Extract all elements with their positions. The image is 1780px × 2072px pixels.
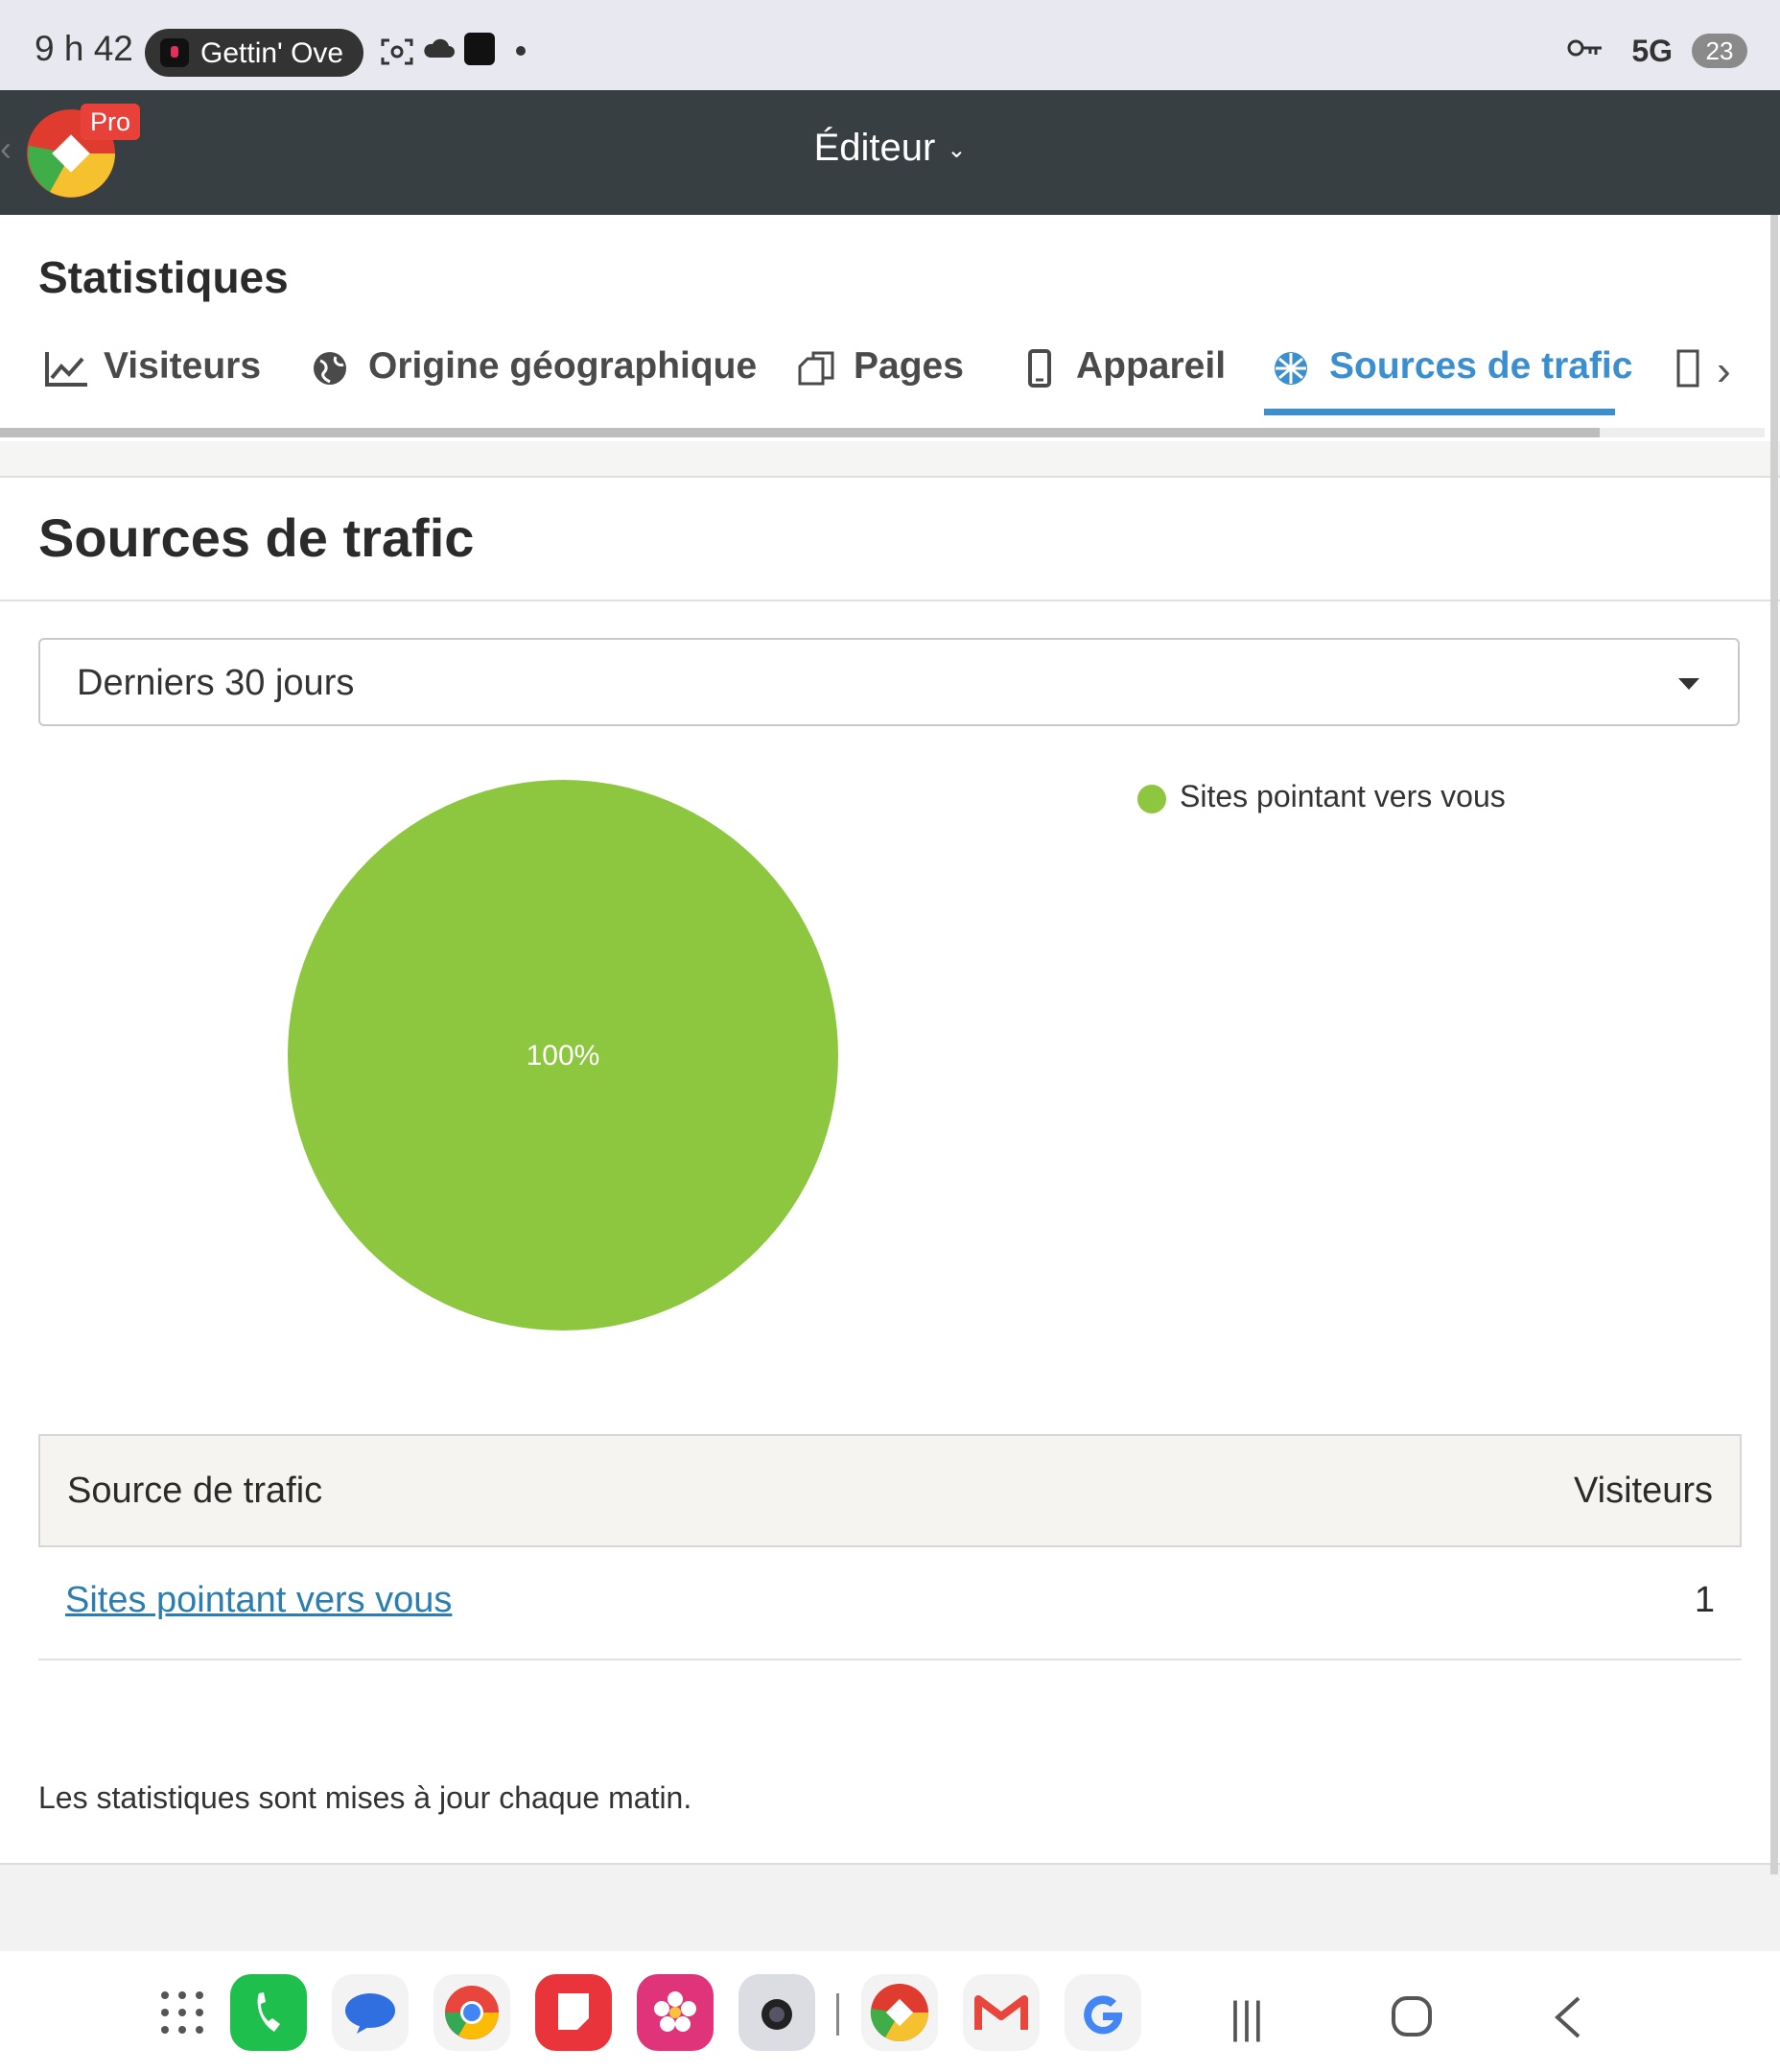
section-divider [0,441,1780,478]
cloud-icon [424,38,455,58]
table-header: Source de trafic Visiteurs [38,1434,1742,1547]
traffic-pie-chart: 100% Sites pointant vers vous [0,748,1780,1381]
page-scrollbar[interactable] [1770,215,1778,1874]
tab-label: Pages [854,345,964,387]
page-footer-band [0,1863,1780,1953]
section-title: Sources de trafic [38,507,475,568]
tabs-next-chevron-icon[interactable]: › [1717,347,1731,395]
phone-icon [1028,348,1051,388]
battery-indicator: 23 [1692,34,1747,68]
period-select[interactable]: Derniers 30 jours [38,638,1740,726]
chart-legend: Sites pointant vers vous [1137,779,1506,814]
pie-slice-label: 100% [527,1040,600,1071]
column-header-source: Source de trafic [67,1471,323,1511]
column-header-visitors: Visiteurs [1573,1471,1713,1511]
dock-divider [836,1993,839,2036]
tab-label: Origine géographique [368,345,758,387]
document-icon [1676,349,1699,388]
gmail-app-icon[interactable] [963,1974,1040,2051]
apps-grid-icon[interactable] [144,1974,221,2051]
tab-more[interactable] [1676,345,1701,403]
android-dock: ||| [0,1951,1780,2072]
stats-tabs: Visiteurs Origine géographique Pages App… [0,317,1765,441]
pie-svg: 100% [288,780,838,1330]
sitebuilder-app-icon[interactable] [861,1974,938,2051]
tab-traffic-sources[interactable]: Sources de trafic [1270,345,1632,403]
caret-down-icon [1678,678,1699,690]
table-row: Sites pointant vers vous 1 [38,1549,1742,1660]
app-title-label: Éditeur [813,127,936,169]
update-note: Les statistiques sont mises à jour chaqu… [38,1780,692,1815]
chevron-down-icon: ⌄ [947,136,967,163]
app-bar: ‹ Pro Éditeur ⌄ [0,90,1780,215]
active-tab-indicator [1264,409,1615,415]
legend-swatch [1137,784,1166,813]
media-pill[interactable]: Gettin' Ove [145,29,363,77]
tab-label: Visiteurs [104,345,262,387]
period-select-value: Derniers 30 jours [77,663,355,703]
more-dot-icon [516,46,526,56]
chrome-app-icon[interactable] [433,1974,510,2051]
recents-icon[interactable]: ||| [1230,1991,1264,2043]
tab-geographic[interactable]: Origine géographique [309,345,757,403]
media-title: Gettin' Ove [200,37,344,69]
page-title: Statistiques [38,252,289,302]
divider [0,600,1780,601]
tab-label: Sources de trafic [1329,345,1633,387]
gallery-app-icon[interactable] [637,1974,714,2051]
visitors-count: 1 [1694,1580,1715,1620]
back-icon[interactable] [1554,1995,1582,2039]
google-app-icon[interactable] [1065,1974,1141,2051]
home-icon[interactable] [1391,1995,1433,2037]
editor-menu[interactable]: Éditeur ⌄ [0,127,1780,170]
status-time: 9 h 42 [35,29,133,68]
legend-label: Sites pointant vers vous [1180,779,1506,813]
tab-label: Appareil [1076,345,1227,387]
vpn-key-icon [1567,39,1602,57]
traffic-icon [1275,351,1307,385]
network-type: 5G [1631,34,1673,68]
phone-app-icon[interactable] [230,1974,307,2051]
notes-app-icon[interactable] [535,1974,612,2051]
messages-app-icon[interactable] [332,1974,409,2051]
tiktok-small-icon [464,33,495,65]
traffic-source-link[interactable]: Sites pointant vers vous [65,1580,452,1621]
tab-device[interactable]: Appareil [1017,345,1226,403]
tab-pages[interactable]: Pages [794,345,964,403]
tab-visitors[interactable]: Visiteurs [44,345,261,403]
pages-icon [798,351,834,386]
globe-icon [314,351,346,385]
screenshot-icon [381,38,413,65]
camera-app-icon[interactable] [738,1974,815,2051]
tiktok-icon [160,38,189,67]
status-bar: 9 h 42 Gettin' Ove 5G 23 [0,0,1780,90]
tabs-scroll-thumb[interactable] [0,428,1600,437]
line-chart-icon [45,351,87,387]
